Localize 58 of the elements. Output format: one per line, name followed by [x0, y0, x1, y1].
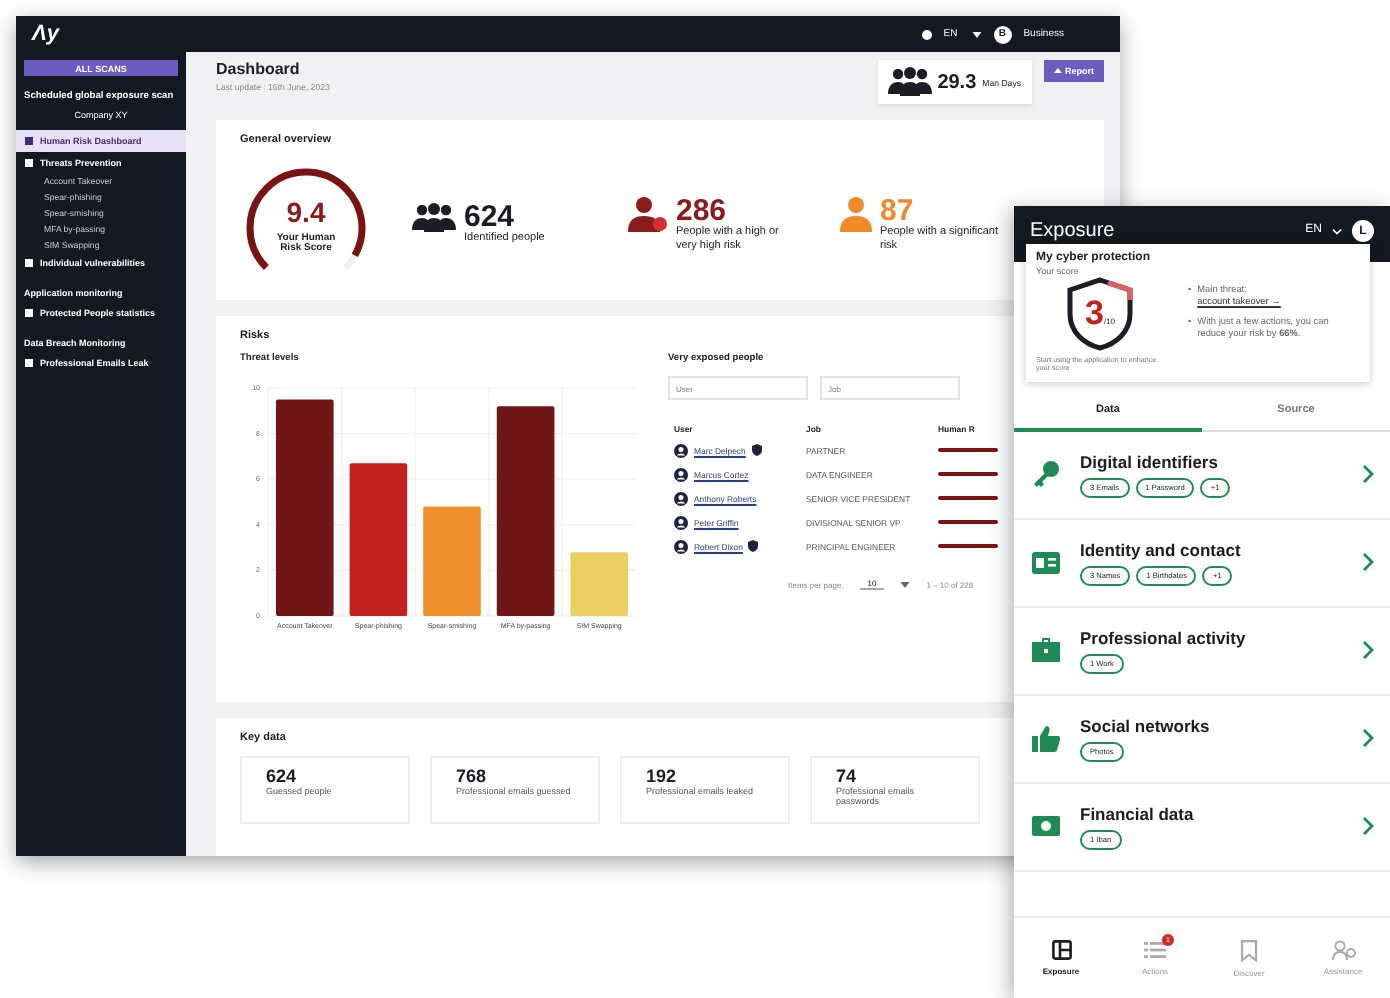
category-title: Professional activity — [1080, 627, 1248, 648]
score-value: 3 — [1084, 294, 1104, 332]
chevron-icon — [1362, 464, 1374, 485]
stat-value: 286 — [676, 196, 727, 227]
category-title: Identity and contact — [1080, 539, 1243, 560]
metric-value: 624 — [266, 765, 299, 786]
briefcase-icon — [1032, 638, 1060, 663]
chevron-icon — [1362, 640, 1374, 661]
menu-item-icon — [24, 357, 34, 368]
avatar-icon — [674, 467, 688, 481]
dashboard-icon — [1051, 940, 1071, 960]
thumbs-up-icon — [1032, 725, 1060, 752]
chart-bar — [423, 506, 481, 616]
risk-bar — [938, 543, 998, 549]
risk-bar — [938, 447, 998, 453]
id-card-icon — [1032, 551, 1060, 574]
category-title: Financial data — [1080, 803, 1196, 824]
person-alert-icon — [628, 196, 668, 233]
menu-item-icon — [24, 158, 34, 168]
menu-item-icon — [24, 257, 34, 268]
avatar-icon — [674, 539, 688, 553]
metric-value: 768 — [456, 765, 489, 786]
help-icon[interactable] — [921, 29, 932, 39]
category-title: Digital identifiers — [1080, 451, 1220, 472]
stat-value: 87 — [880, 196, 916, 227]
risk-bar — [938, 519, 998, 525]
logo: Λy — [32, 22, 59, 46]
chevron-down-icon[interactable] — [1332, 228, 1342, 236]
score-value: 9.4 — [284, 196, 328, 228]
people-icon — [887, 66, 932, 98]
screen-title: Exposure — [1030, 220, 1115, 242]
bookmark-icon — [1240, 939, 1258, 961]
risk-bar — [938, 471, 998, 477]
list-icon — [1144, 940, 1166, 960]
shield-icon — [1064, 276, 1136, 352]
caret-icon[interactable] — [971, 31, 982, 37]
risk-bar — [938, 495, 998, 501]
avatar-icon — [674, 515, 688, 529]
page-title: Dashboard — [216, 60, 302, 78]
chart-bar — [570, 552, 628, 616]
upload-icon — [1053, 67, 1061, 75]
chevron-icon — [1362, 552, 1374, 573]
avatar-icon — [674, 491, 688, 505]
people-icon — [412, 202, 456, 235]
menu-item-icon — [24, 307, 34, 318]
stat-value: 624 — [464, 202, 515, 233]
avatar-icon — [674, 443, 688, 457]
menu-item-icon — [24, 136, 34, 146]
chevron-icon — [1362, 816, 1374, 837]
man-days-value: 29.3 — [937, 71, 977, 93]
person-icon — [840, 196, 872, 233]
banknote-icon — [1032, 816, 1060, 837]
person-chat-icon — [1331, 940, 1355, 960]
key-icon — [1032, 460, 1060, 489]
metric-value: 192 — [646, 765, 679, 786]
metric-value: 74 — [836, 765, 859, 786]
chevron-icon — [1362, 728, 1374, 749]
category-title: Social networks — [1080, 715, 1212, 736]
